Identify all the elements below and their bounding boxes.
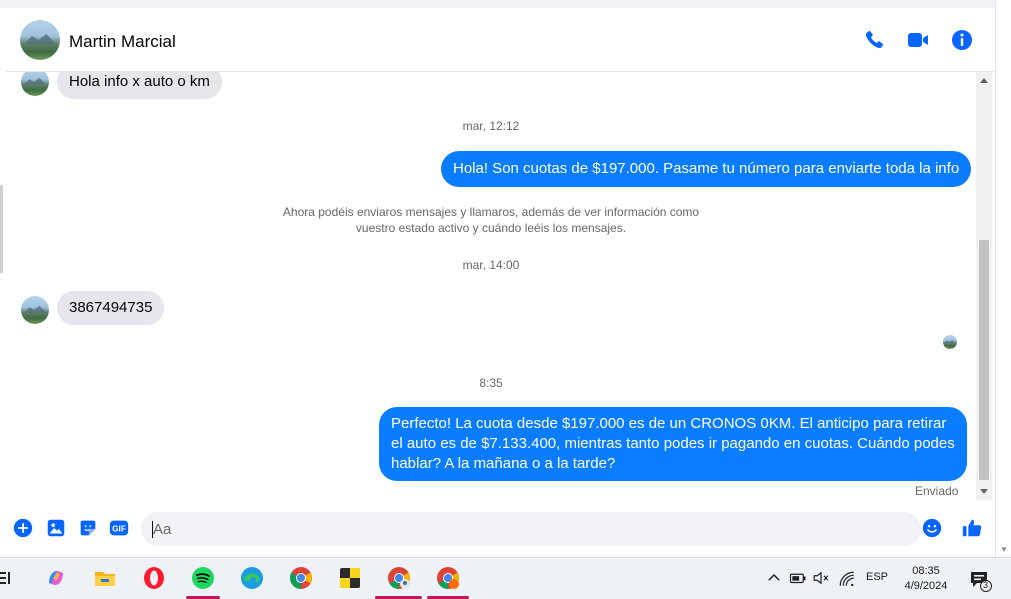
gif-icon[interactable]: GIF	[108, 517, 130, 539]
top-strip	[0, 0, 1011, 8]
clock-time: 08:35	[912, 565, 940, 577]
sticker-icon[interactable]	[77, 517, 99, 539]
chrome-profile-2-icon[interactable]	[436, 566, 460, 590]
system-clock[interactable]: 08:35 4/9/2024	[900, 564, 952, 594]
svg-text:GIF: GIF	[112, 525, 126, 534]
contact-name[interactable]: Martin Marcial	[69, 32, 176, 52]
scroll-down-arrow-icon[interactable]	[980, 489, 988, 494]
window-right-edge: ▼	[995, 0, 1011, 557]
battery-icon[interactable]	[789, 569, 807, 587]
thumbs-up-icon[interactable]	[961, 517, 983, 539]
spotify-icon[interactable]	[191, 566, 215, 590]
chat-header: Martin Marcial	[6, 8, 995, 72]
timestamp: 8:35	[479, 376, 503, 390]
text-caret	[152, 521, 153, 538]
outgoing-message[interactable]: Perfecto! La cuota desde $197.000 es de …	[379, 407, 967, 481]
chrome-profile-icon[interactable]	[387, 566, 411, 590]
timestamp: mar, 14:00	[462, 258, 520, 272]
plus-icon[interactable]	[12, 517, 34, 539]
scroll-up-arrow-icon[interactable]	[980, 78, 988, 83]
contact-avatar-small	[21, 72, 49, 96]
phone-call-icon[interactable]	[862, 28, 886, 52]
incoming-message[interactable]: 3867494735	[57, 291, 165, 325]
read-receipt-avatar	[943, 335, 957, 349]
contact-avatar[interactable]	[20, 20, 60, 60]
edge-icon[interactable]	[240, 566, 264, 590]
system-notice: Ahora podéis enviaros mensajes y llamaro…	[282, 205, 700, 235]
notification-count-badge: 3	[983, 580, 989, 590]
copilot-icon[interactable]	[44, 566, 68, 590]
sent-status: Enviado	[915, 484, 959, 498]
opera-icon[interactable]	[142, 566, 166, 590]
chat-scrollbar[interactable]	[976, 72, 992, 500]
clock-date: 4/9/2024	[904, 580, 948, 592]
notification-center-icon[interactable]	[968, 568, 992, 592]
task-view-icon[interactable]	[0, 566, 20, 590]
file-explorer-icon[interactable]	[93, 566, 117, 590]
timestamp: mar, 12:12	[462, 119, 520, 133]
scroll-thumb[interactable]	[979, 240, 989, 480]
video-call-icon[interactable]	[906, 28, 930, 52]
chevron-up-icon[interactable]	[765, 569, 783, 587]
conversation-area[interactable]: Hola info x auto o km mar, 12:12 Hola! S…	[6, 72, 976, 500]
messenger-window: Martin Marcial Hola info x auto o km mar…	[0, 0, 1011, 557]
resize-arrow-icon: ▼	[1000, 545, 1008, 554]
chrome-icon[interactable]	[289, 566, 313, 590]
windows-taskbar: ESP 08:35 4/9/2024 3	[0, 557, 1011, 599]
outgoing-message[interactable]: Hola! Son cuotas de $197.000. Pasame tu …	[441, 151, 972, 187]
left-edge-marker	[0, 185, 3, 273]
incoming-message[interactable]: Hola info x auto o km	[57, 72, 222, 99]
contact-avatar-small	[21, 296, 49, 324]
language-indicator[interactable]: ESP	[866, 571, 888, 583]
network-icon[interactable]	[838, 570, 856, 588]
gallery-icon[interactable]	[45, 517, 67, 539]
sticky-notes-icon[interactable]	[338, 566, 362, 590]
emoji-icon[interactable]	[921, 517, 943, 539]
message-composer: GIF	[6, 505, 995, 553]
info-icon[interactable]	[950, 28, 974, 52]
speaker-muted-icon[interactable]	[812, 569, 830, 587]
message-input[interactable]	[141, 512, 921, 546]
